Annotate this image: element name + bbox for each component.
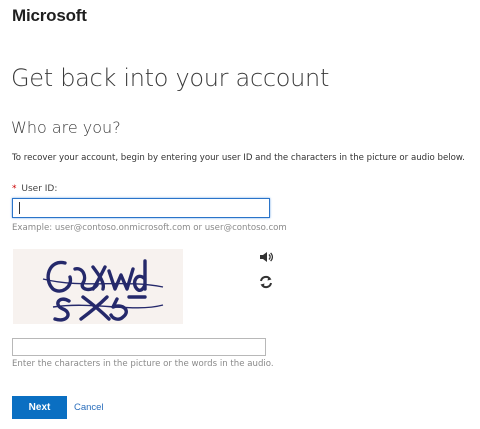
refresh-icon[interactable] bbox=[258, 274, 274, 290]
instructions-text: To recover your account, begin by enteri… bbox=[12, 153, 465, 163]
captcha-drawing bbox=[42, 259, 164, 322]
page-title: Get back into your account bbox=[11, 64, 330, 92]
captcha-hint: Enter the characters in the picture or t… bbox=[12, 359, 274, 369]
captcha-image bbox=[13, 249, 183, 324]
speaker-icon[interactable] bbox=[258, 249, 274, 265]
cancel-link[interactable]: Cancel bbox=[74, 402, 104, 413]
microsoft-logo: Microsoft bbox=[12, 6, 87, 25]
userid-label: * User ID: bbox=[12, 184, 57, 194]
next-button[interactable]: Next bbox=[12, 396, 67, 419]
captcha-input[interactable] bbox=[12, 338, 266, 356]
userid-label-text: User ID: bbox=[21, 184, 58, 194]
text-caret bbox=[19, 202, 20, 214]
required-mark: * bbox=[12, 184, 17, 194]
page-subtitle: Who are you? bbox=[11, 118, 121, 137]
userid-input[interactable] bbox=[12, 198, 270, 218]
userid-example: Example: user@contoso.onmicrosoft.com or… bbox=[12, 223, 287, 233]
